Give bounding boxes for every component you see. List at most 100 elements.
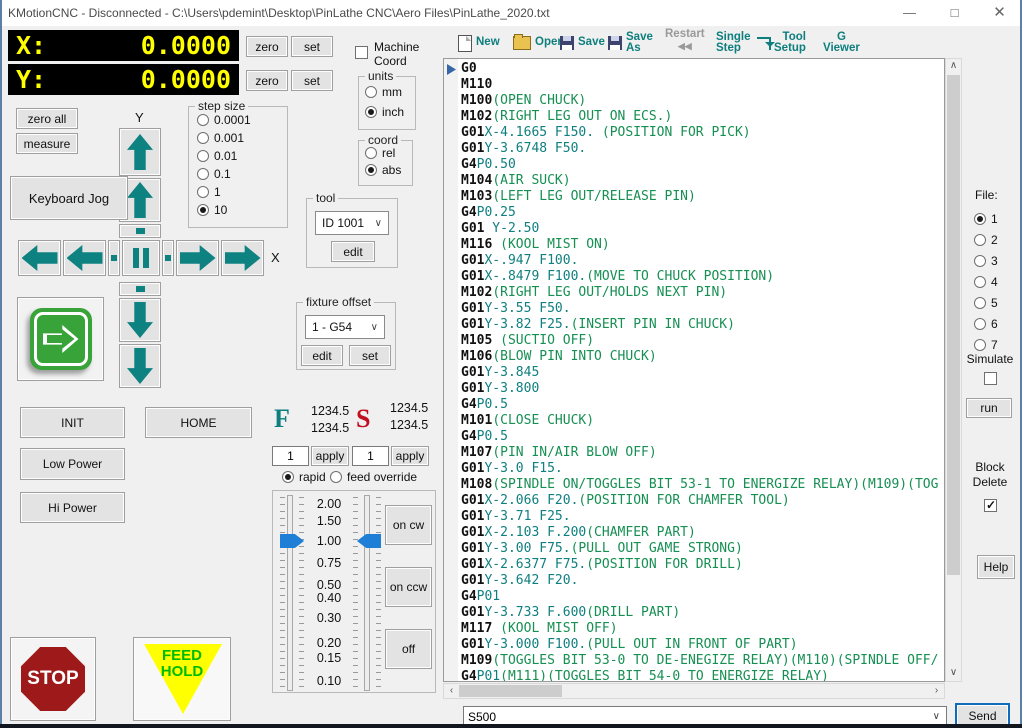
gcode-line[interactable]: G4P0.50 (461, 157, 944, 173)
file-option-3[interactable]: 3 (974, 254, 998, 268)
close-button[interactable]: ✕ (977, 0, 1022, 26)
vertical-scroll-thumb[interactable] (947, 75, 960, 575)
hi-power-button[interactable]: Hi Power (20, 492, 125, 523)
fixture-edit-button[interactable]: edit (301, 345, 343, 366)
gcode-line[interactable]: G01Y-3.6748 F50. (461, 141, 944, 157)
file-option-2[interactable]: 2 (974, 233, 998, 247)
fixture-set-button[interactable]: set (349, 345, 391, 366)
keyboard-jog-button[interactable]: Keyboard Jog (10, 176, 128, 220)
jog-y-minus-step-mark[interactable] (119, 282, 161, 296)
run-button[interactable]: run (966, 398, 1012, 418)
measure-button[interactable]: measure (16, 133, 78, 154)
editor-horizontal-scrollbar[interactable]: ‹ › (443, 683, 945, 699)
cycle-start-button[interactable] (17, 297, 104, 381)
minimize-button[interactable]: — (887, 0, 932, 26)
feed-override-slider[interactable] (364, 495, 370, 691)
gcode-line[interactable]: M101(CLOSE CHUCK) (461, 413, 944, 429)
gcode-line[interactable]: G4P0.5 (461, 429, 944, 445)
override-option-rapid[interactable]: rapid (282, 470, 326, 484)
gcode-line[interactable]: G4P0.5 (461, 397, 944, 413)
feed-hold-button[interactable]: FEED HOLD (133, 637, 231, 721)
scroll-right-icon[interactable]: › (929, 684, 944, 699)
jog-y-plus-fast-button[interactable] (119, 128, 161, 176)
toolbar-open-button[interactable]: Open (513, 29, 564, 57)
gcode-line[interactable]: G01Y-3.800 (461, 381, 944, 397)
file-option-6[interactable]: 6 (974, 317, 998, 331)
scroll-up-icon[interactable]: ∧ (946, 59, 961, 74)
gcode-line[interactable]: M103(LEFT LEG OUT/RELEASE PIN) (461, 189, 944, 205)
gcode-line[interactable]: G0 (461, 61, 944, 77)
jog-x-plus-step-button[interactable] (176, 240, 219, 276)
gcode-line[interactable]: G01Y-3.0 F15. (461, 461, 944, 477)
file-option-4[interactable]: 4 (974, 275, 998, 289)
machine-coord-checkbox[interactable] (355, 46, 368, 62)
gcode-line[interactable]: G01X-2.103 F.200(CHAMFER PART) (461, 525, 944, 541)
zero-y-button[interactable]: zero (246, 70, 288, 91)
units-option-mm[interactable]: mm (365, 85, 404, 99)
file-option-5[interactable]: 5 (974, 296, 998, 310)
zero-all-button[interactable]: zero all (16, 108, 78, 129)
gcode-line[interactable]: G01 Y-2.50 (461, 221, 944, 237)
gcode-line[interactable]: G01Y-3.71 F25. (461, 509, 944, 525)
units-option-inch[interactable]: inch (365, 105, 404, 119)
step-size-option[interactable]: 1 (197, 185, 251, 199)
jog-x-plus-step-mark[interactable] (162, 240, 174, 276)
scroll-down-icon[interactable]: ∨ (946, 666, 961, 681)
editor-vertical-scrollbar[interactable]: ∧ ∨ (945, 58, 962, 682)
low-power-button[interactable]: Low Power (20, 448, 125, 480)
jog-x-minus-step-button[interactable] (63, 240, 106, 276)
toolbar-tool-setup-button[interactable]: Tool Setup (774, 29, 806, 57)
gcode-line[interactable]: G4P01(M111)(TOGGLES BIT 54-0 TO ENERGIZE… (461, 669, 944, 682)
gcode-line[interactable]: G01X-2.066 F20.(POSITION FOR CHAMFER TOO… (461, 493, 944, 509)
spindle-on-cw-button[interactable]: on cw (385, 505, 432, 545)
block-delete-checkbox[interactable] (984, 499, 997, 515)
gcode-line[interactable]: G01X-2.6377 F75.(POSITION FOR DRILL) (461, 557, 944, 573)
fixture-offset-select[interactable]: 1 - G54 ∨ (305, 315, 385, 339)
jog-x-minus-fast-button[interactable] (18, 240, 61, 276)
spindle-off-button[interactable]: off (385, 629, 432, 669)
speed-override-input[interactable] (352, 446, 389, 466)
gcode-line[interactable]: G4P01 (461, 589, 944, 605)
set-y-button[interactable]: set (291, 70, 333, 91)
toolbar-new-button[interactable]: New (458, 29, 500, 57)
gcode-line[interactable]: G01Y-3.82 F25.(INSERT PIN IN CHUCK) (461, 317, 944, 333)
home-button[interactable]: HOME (145, 407, 252, 438)
maximize-button[interactable]: □ (932, 0, 977, 26)
gcode-line[interactable]: M108(SPINDLE ON/TOGGLES BIT 53-1 TO ENER… (461, 477, 944, 493)
simulate-checkbox[interactable] (984, 372, 997, 388)
jog-y-minus-step-button[interactable] (119, 298, 161, 342)
gcode-line[interactable]: M117 (KOOL MIST OFF) (461, 621, 944, 637)
zero-x-button[interactable]: zero (246, 36, 288, 57)
file-option-7[interactable]: 7 (974, 338, 998, 352)
feed-apply-button[interactable]: apply (311, 446, 349, 466)
set-x-button[interactable]: set (291, 36, 333, 57)
gcode-line[interactable]: G4P0.25 (461, 205, 944, 221)
gcode-line[interactable]: G01X-.947 F100. (461, 253, 944, 269)
help-button[interactable]: Help (977, 555, 1015, 579)
toolbar-save-button[interactable]: Save (560, 29, 605, 57)
toolbar-restart-button[interactable]: Restart ◀◀ (665, 29, 705, 57)
tool-select[interactable]: ID 1001 ∨ (315, 211, 389, 235)
coord-option-rel[interactable]: rel (365, 146, 401, 160)
speed-apply-button[interactable]: apply (391, 446, 429, 466)
jog-x-plus-fast-button[interactable] (221, 240, 264, 276)
gcode-line[interactable]: G01X-.8479 F100.(MOVE TO CHUCK POSITION) (461, 269, 944, 285)
toolbar-save-as-button[interactable]: Save As (608, 29, 653, 57)
tool-edit-button[interactable]: edit (331, 241, 375, 262)
gcode-line[interactable]: M106(BLOW PIN INTO CHUCK) (461, 349, 944, 365)
file-option-1[interactable]: 1 (974, 212, 998, 226)
horizontal-scroll-thumb[interactable] (459, 685, 562, 697)
gcode-line[interactable]: M107(PIN IN/AIR BLOW OFF) (461, 445, 944, 461)
step-size-option[interactable]: 0.001 (197, 131, 251, 145)
override-option-feed[interactable]: feed override (330, 470, 417, 484)
gcode-line[interactable]: M102(RIGHT LEG OUT/HOLDS NEXT PIN) (461, 285, 944, 301)
gcode-line[interactable]: M109(TOGGLES BIT 53-0 TO DE-ENEGIZE RELA… (461, 653, 944, 669)
step-size-option[interactable]: 0.1 (197, 167, 251, 181)
gcode-line[interactable]: M100(OPEN CHUCK) (461, 93, 944, 109)
gcode-line[interactable]: G01Y-3.845 (461, 365, 944, 381)
gcode-line[interactable]: G01X-4.1665 F150. (POSITION FOR PICK) (461, 125, 944, 141)
coord-option-abs[interactable]: abs (365, 163, 401, 177)
gcode-line[interactable]: G01Y-3.733 F.600(DRILL PART) (461, 605, 944, 621)
step-size-option[interactable]: 0.0001 (197, 113, 251, 127)
scroll-left-icon[interactable]: ‹ (444, 684, 459, 699)
